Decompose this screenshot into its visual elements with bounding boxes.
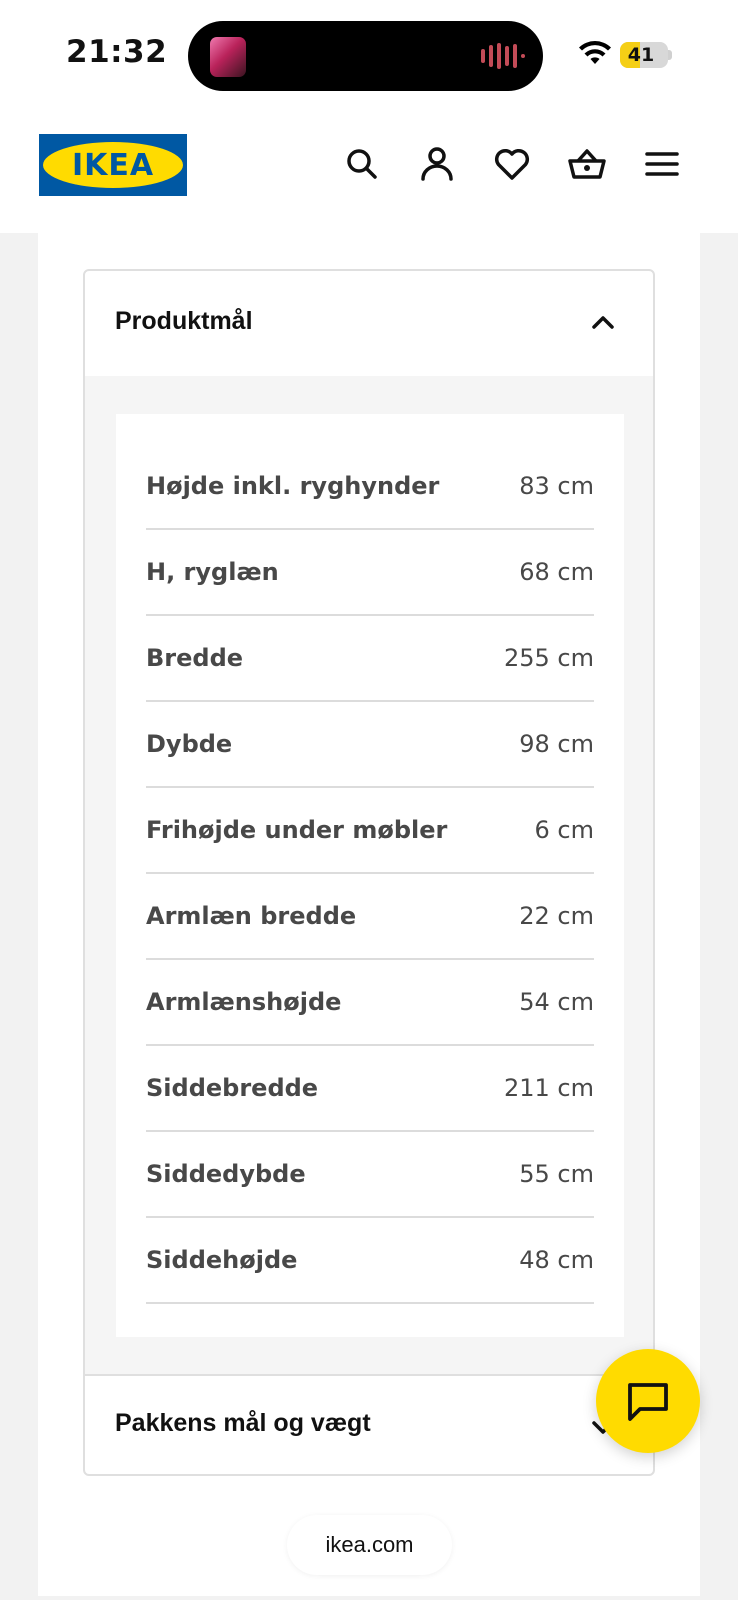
dimension-value: 6 cm <box>534 816 594 844</box>
dimension-label: Højde inkl. ryghynder <box>146 472 440 500</box>
dimension-row: Armlænshøjde 54 cm <box>146 960 594 1046</box>
dimension-row: H, ryglæn 68 cm <box>146 530 594 616</box>
battery-percentage: 41 <box>627 44 655 66</box>
dimension-row: Siddebredde 211 cm <box>146 1046 594 1132</box>
dimension-value: 55 cm <box>519 1160 594 1188</box>
dimension-label: Frihøjde under møbler <box>146 816 448 844</box>
product-dimensions-title: Produktmål <box>115 307 253 335</box>
dimension-label: Siddedybde <box>146 1160 306 1188</box>
wifi-icon <box>579 41 611 64</box>
dimension-label: H, ryglæn <box>146 558 279 586</box>
dimension-row: Armlæn bredde 22 cm <box>146 874 594 960</box>
dimension-label: Dybde <box>146 730 233 758</box>
svg-text:IKEA: IKEA <box>72 148 154 183</box>
status-bar: 21:32 41 <box>0 0 738 110</box>
chat-button[interactable] <box>596 1349 700 1453</box>
dimension-row: Dybde 98 cm <box>146 702 594 788</box>
dimension-value: 211 cm <box>503 1074 594 1102</box>
dimension-label: Armlæn bredde <box>146 902 357 930</box>
menu-hamburger-icon[interactable] <box>642 144 682 184</box>
package-dimensions-title[interactable]: Pakkens mål og vægt <box>115 1409 371 1438</box>
dimension-label: Siddehøjde <box>146 1246 298 1274</box>
dimension-value: 83 cm <box>519 472 594 500</box>
dimension-label: Armlænshøjde <box>146 988 342 1016</box>
site-header: IKEA <box>0 110 738 233</box>
shopping-basket-icon[interactable] <box>567 144 607 184</box>
dimension-value: 22 cm <box>519 902 594 930</box>
dimension-label: Bredde <box>146 644 244 672</box>
dimension-row: Frihøjde under møbler 6 cm <box>146 788 594 874</box>
favorites-heart-icon[interactable] <box>492 144 532 184</box>
audio-waveform-icon <box>481 43 525 69</box>
dimension-label: Siddebredde <box>146 1074 319 1102</box>
chevron-up-icon[interactable] <box>589 309 617 337</box>
status-time: 21:32 <box>66 34 168 70</box>
battery-cap <box>668 50 672 60</box>
product-dimensions-body: Højde inkl. ryghynder 83 cm H, ryglæn 68… <box>85 376 653 1374</box>
dimension-value: 68 cm <box>519 558 594 586</box>
product-info-accordion: Produktmål Højde inkl. ryghynder 83 cm H… <box>83 269 655 1476</box>
dimension-row: Siddehøjde 48 cm <box>146 1218 594 1304</box>
dimension-row: Højde inkl. ryghynder 83 cm <box>146 444 594 530</box>
browser-url-bar[interactable]: ikea.com <box>287 1515 452 1575</box>
dimension-value: 48 cm <box>519 1246 594 1274</box>
ikea-logo-mark: IKEA <box>43 142 183 188</box>
chat-bubble-icon <box>628 1383 668 1421</box>
dimension-value: 98 cm <box>519 730 594 758</box>
search-icon[interactable] <box>342 144 382 184</box>
dimensions-list: Højde inkl. ryghynder 83 cm H, ryglæn 68… <box>116 414 624 1337</box>
dimension-row: Bredde 255 cm <box>146 616 594 702</box>
battery-icon: 41 <box>620 42 668 68</box>
dynamic-island[interactable] <box>188 21 543 91</box>
dimension-row: Siddedybde 55 cm <box>146 1132 594 1218</box>
now-playing-artwork[interactable] <box>210 37 246 77</box>
accordion-divider <box>85 1374 653 1376</box>
dimension-value: 255 cm <box>503 644 594 672</box>
ikea-logo[interactable]: IKEA <box>39 134 187 196</box>
dimension-value: 54 cm <box>519 988 594 1016</box>
account-icon[interactable] <box>417 144 457 184</box>
product-dimensions-header[interactable]: Produktmål <box>85 271 653 376</box>
